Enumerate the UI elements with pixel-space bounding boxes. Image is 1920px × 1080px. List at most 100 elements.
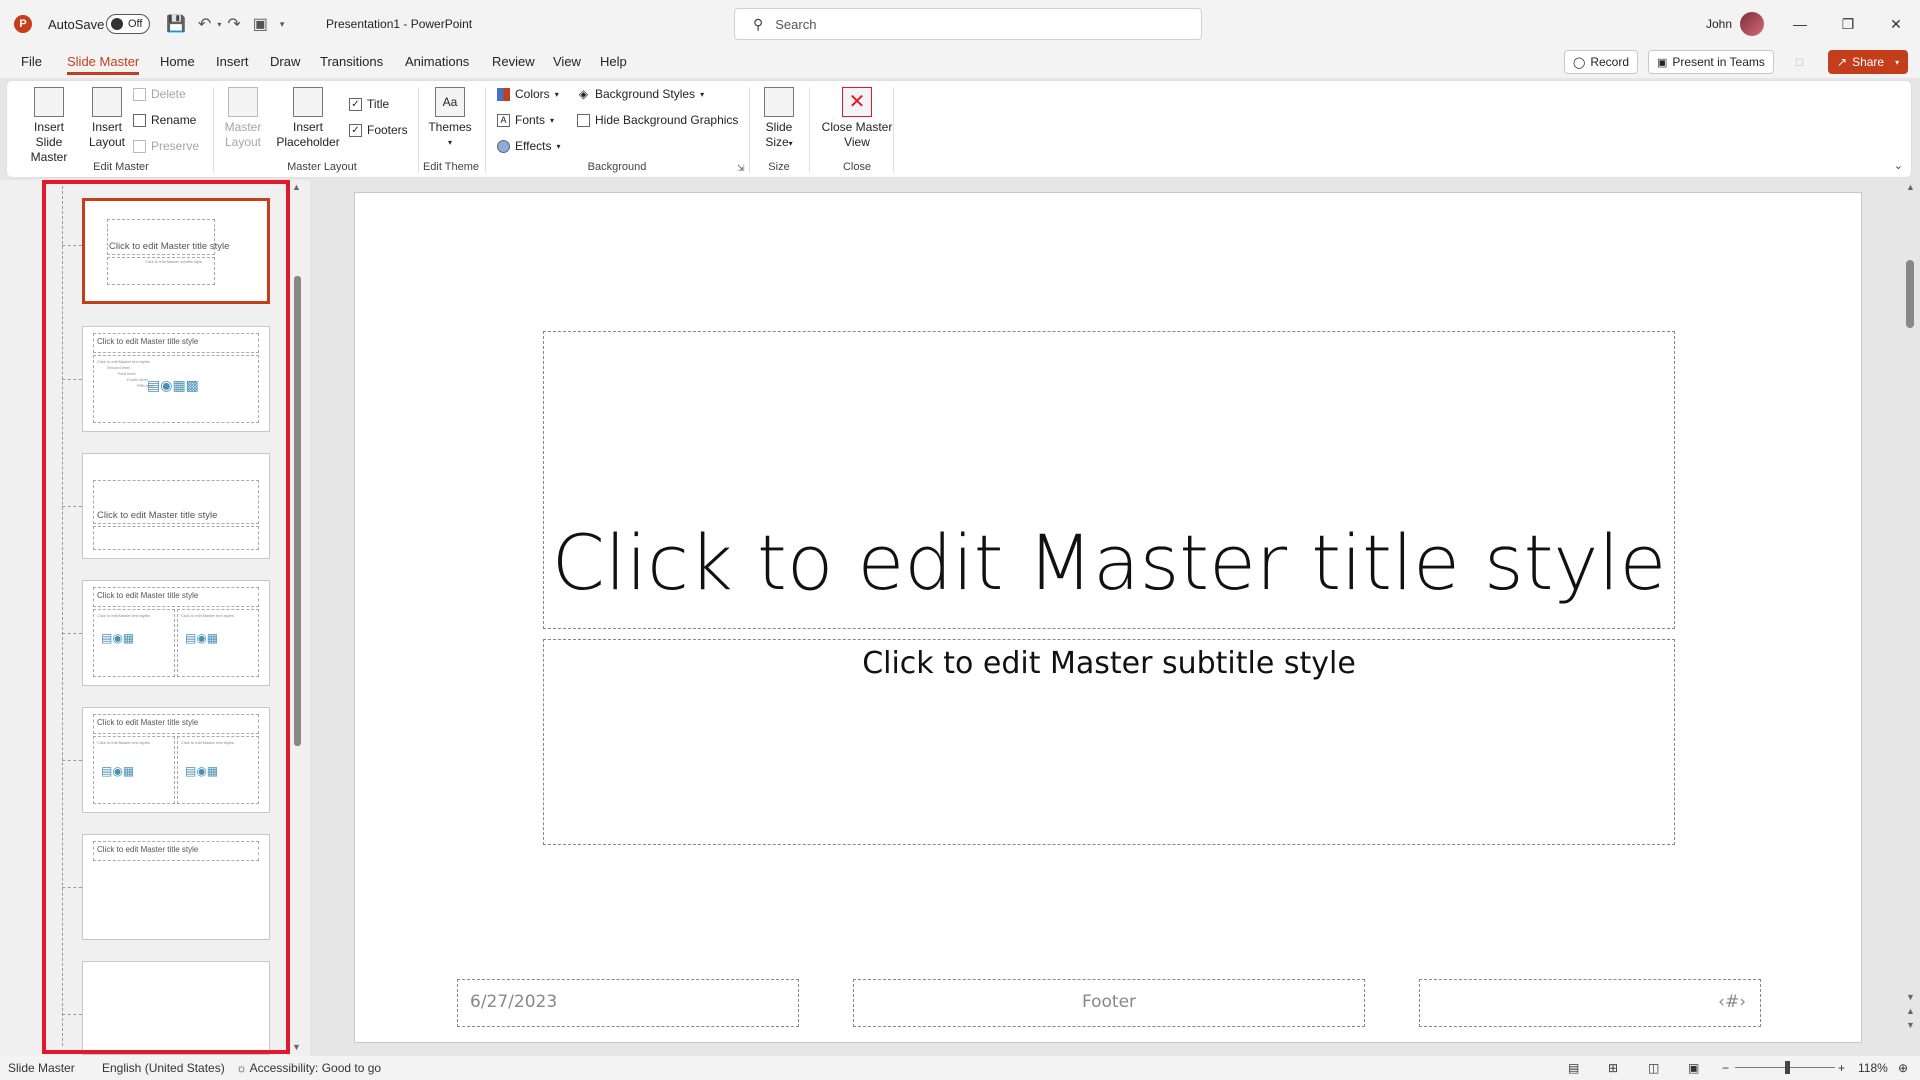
- customize-quick-access-icon[interactable]: ▾: [280, 19, 285, 30]
- insert-slide-master-icon: [34, 87, 64, 117]
- fonts-dropdown[interactable]: A Fonts ▾: [497, 113, 554, 127]
- save-icon[interactable]: 💾: [166, 14, 186, 34]
- group-edit-theme-label: Edit Theme: [422, 161, 480, 173]
- canvas-scrollbar[interactable]: [1906, 260, 1914, 328]
- redo-icon[interactable]: ↷: [227, 14, 240, 34]
- ribbon-divider: [893, 87, 894, 173]
- fonts-icon: A: [497, 113, 510, 127]
- record-button[interactable]: ◯ Record: [1564, 50, 1638, 74]
- collapse-ribbon-icon[interactable]: ⌄: [1894, 159, 1903, 172]
- master-layout-icon: [228, 87, 258, 117]
- language-status[interactable]: English (United States): [102, 1061, 225, 1075]
- share-icon: ↗: [1837, 55, 1848, 69]
- autosave-label: AutoSave: [48, 16, 105, 32]
- ribbon-divider: [809, 87, 810, 173]
- slide-size-icon: [764, 87, 794, 117]
- present-icon[interactable]: ▣: [253, 14, 268, 34]
- hide-background-graphics-checkbox[interactable]: Hide Background Graphics: [577, 113, 738, 127]
- scroll-up-icon[interactable]: ▲: [292, 182, 301, 192]
- reading-view-icon[interactable]: ◫: [1648, 1061, 1659, 1075]
- date-placeholder[interactable]: 6/27/2023: [457, 979, 799, 1027]
- insert-slide-master-button[interactable]: Insert Slide Master: [19, 87, 79, 165]
- slide-number-placeholder[interactable]: ‹#›: [1419, 979, 1761, 1027]
- ribbon-divider: [749, 87, 750, 173]
- delete-icon: [133, 87, 146, 101]
- view-mode-label: Slide Master: [8, 1061, 75, 1075]
- colors-icon: [497, 87, 510, 101]
- slide-sorter-icon[interactable]: ⊞: [1608, 1061, 1618, 1075]
- delete-button[interactable]: Delete: [133, 87, 186, 101]
- share-dropdown-icon[interactable]: ▾: [1895, 58, 1899, 67]
- tab-help[interactable]: Help: [600, 54, 627, 69]
- subtitle-placeholder[interactable]: Click to edit Master subtitle style: [543, 639, 1675, 845]
- minimize-icon[interactable]: —: [1776, 0, 1824, 48]
- master-layout-button[interactable]: Master Layout: [221, 87, 265, 150]
- tab-view[interactable]: View: [553, 54, 581, 69]
- tab-draw[interactable]: Draw: [270, 54, 300, 69]
- zoom-out-icon[interactable]: −: [1722, 1061, 1729, 1075]
- normal-view-icon[interactable]: ▤: [1568, 1061, 1579, 1075]
- group-master-layout-label: Master Layout: [287, 161, 357, 173]
- tab-slide-master[interactable]: Slide Master: [67, 54, 140, 75]
- rename-button[interactable]: Rename: [133, 113, 196, 127]
- next-slide-icon[interactable]: ▼: [1906, 1020, 1915, 1030]
- scroll-up-icon[interactable]: ▲: [1906, 182, 1915, 192]
- undo-dropdown-icon[interactable]: ▾: [217, 20, 221, 29]
- footer-placeholder[interactable]: Footer: [853, 979, 1365, 1027]
- scroll-down-icon[interactable]: ▼: [1906, 992, 1915, 1002]
- search-input[interactable]: ⚲ Search: [734, 8, 1202, 40]
- zoom-level[interactable]: 118%: [1858, 1061, 1888, 1075]
- fit-to-window-icon[interactable]: ⊕: [1898, 1061, 1908, 1075]
- background-styles-dropdown[interactable]: ◈ Background Styles ▾: [577, 87, 704, 101]
- close-icon[interactable]: ✕: [1872, 0, 1920, 48]
- slide-canvas[interactable]: Click to edit Master title style Click t…: [354, 192, 1862, 1043]
- restore-icon[interactable]: ❐: [1824, 0, 1872, 48]
- insert-layout-button[interactable]: Insert Layout: [85, 87, 129, 150]
- share-button[interactable]: ↗ Share ▾: [1828, 50, 1909, 74]
- thumbnail-pane-highlight: [42, 180, 290, 1054]
- effects-dropdown[interactable]: Effects ▾: [497, 139, 560, 153]
- zoom-in-icon[interactable]: +: [1838, 1061, 1845, 1075]
- previous-slide-icon[interactable]: ▲: [1906, 1006, 1915, 1016]
- powerpoint-logo-icon: P: [14, 15, 32, 33]
- preserve-button[interactable]: Preserve: [133, 139, 199, 153]
- title-checkbox[interactable]: ✓ Title: [349, 97, 389, 111]
- teams-icon: ▣: [1657, 56, 1668, 69]
- avatar[interactable]: [1740, 12, 1764, 36]
- themes-icon: Aa: [435, 87, 465, 117]
- tab-file[interactable]: File: [21, 54, 42, 69]
- checkmark-icon: ✓: [349, 97, 362, 111]
- chevron-down-icon: ▾: [550, 115, 555, 125]
- autosave-toggle[interactable]: Off: [106, 14, 150, 34]
- title-placeholder[interactable]: Click to edit Master title style: [543, 331, 1675, 629]
- tab-transitions[interactable]: Transitions: [320, 54, 383, 69]
- slide-size-button[interactable]: Slide Size▾: [757, 87, 801, 151]
- close-master-view-button[interactable]: ✕ Close Master View: [815, 87, 899, 150]
- themes-button[interactable]: Aa Themes ▾: [425, 87, 475, 150]
- close-master-view-icon: ✕: [842, 87, 872, 117]
- slideshow-icon[interactable]: ▣: [1688, 1061, 1699, 1075]
- tab-insert[interactable]: Insert: [216, 54, 249, 69]
- footers-checkbox[interactable]: ✓ Footers: [349, 123, 408, 137]
- scroll-down-icon[interactable]: ▼: [292, 1042, 301, 1052]
- document-title: Presentation1 - PowerPoint: [326, 17, 473, 31]
- tab-animations[interactable]: Animations: [405, 54, 469, 69]
- insert-layout-icon: [92, 87, 122, 117]
- tab-review[interactable]: Review: [492, 54, 535, 69]
- rename-icon: [133, 113, 146, 127]
- undo-icon[interactable]: ↶: [198, 14, 211, 34]
- record-icon: ◯: [1573, 56, 1586, 69]
- slide-subtitle: Click to edit Master subtitle style: [862, 646, 1356, 681]
- insert-placeholder-button[interactable]: Insert Placeholder: [269, 87, 347, 150]
- present-in-teams-button[interactable]: ▣ Present in Teams: [1648, 50, 1774, 74]
- zoom-slider-handle[interactable]: [1785, 1061, 1790, 1074]
- user-name[interactable]: John: [1706, 0, 1732, 48]
- preserve-icon: [133, 139, 146, 153]
- thumbnail-scrollbar[interactable]: [294, 276, 301, 746]
- dialog-launcher-icon[interactable]: ⇲: [737, 163, 745, 174]
- colors-dropdown[interactable]: Colors ▾: [497, 87, 559, 101]
- tab-home[interactable]: Home: [160, 54, 195, 69]
- comments-icon[interactable]: □: [1788, 50, 1811, 74]
- accessibility-status[interactable]: ☼ Accessibility: Good to go: [236, 1061, 381, 1075]
- chevron-down-icon: ▾: [700, 89, 705, 99]
